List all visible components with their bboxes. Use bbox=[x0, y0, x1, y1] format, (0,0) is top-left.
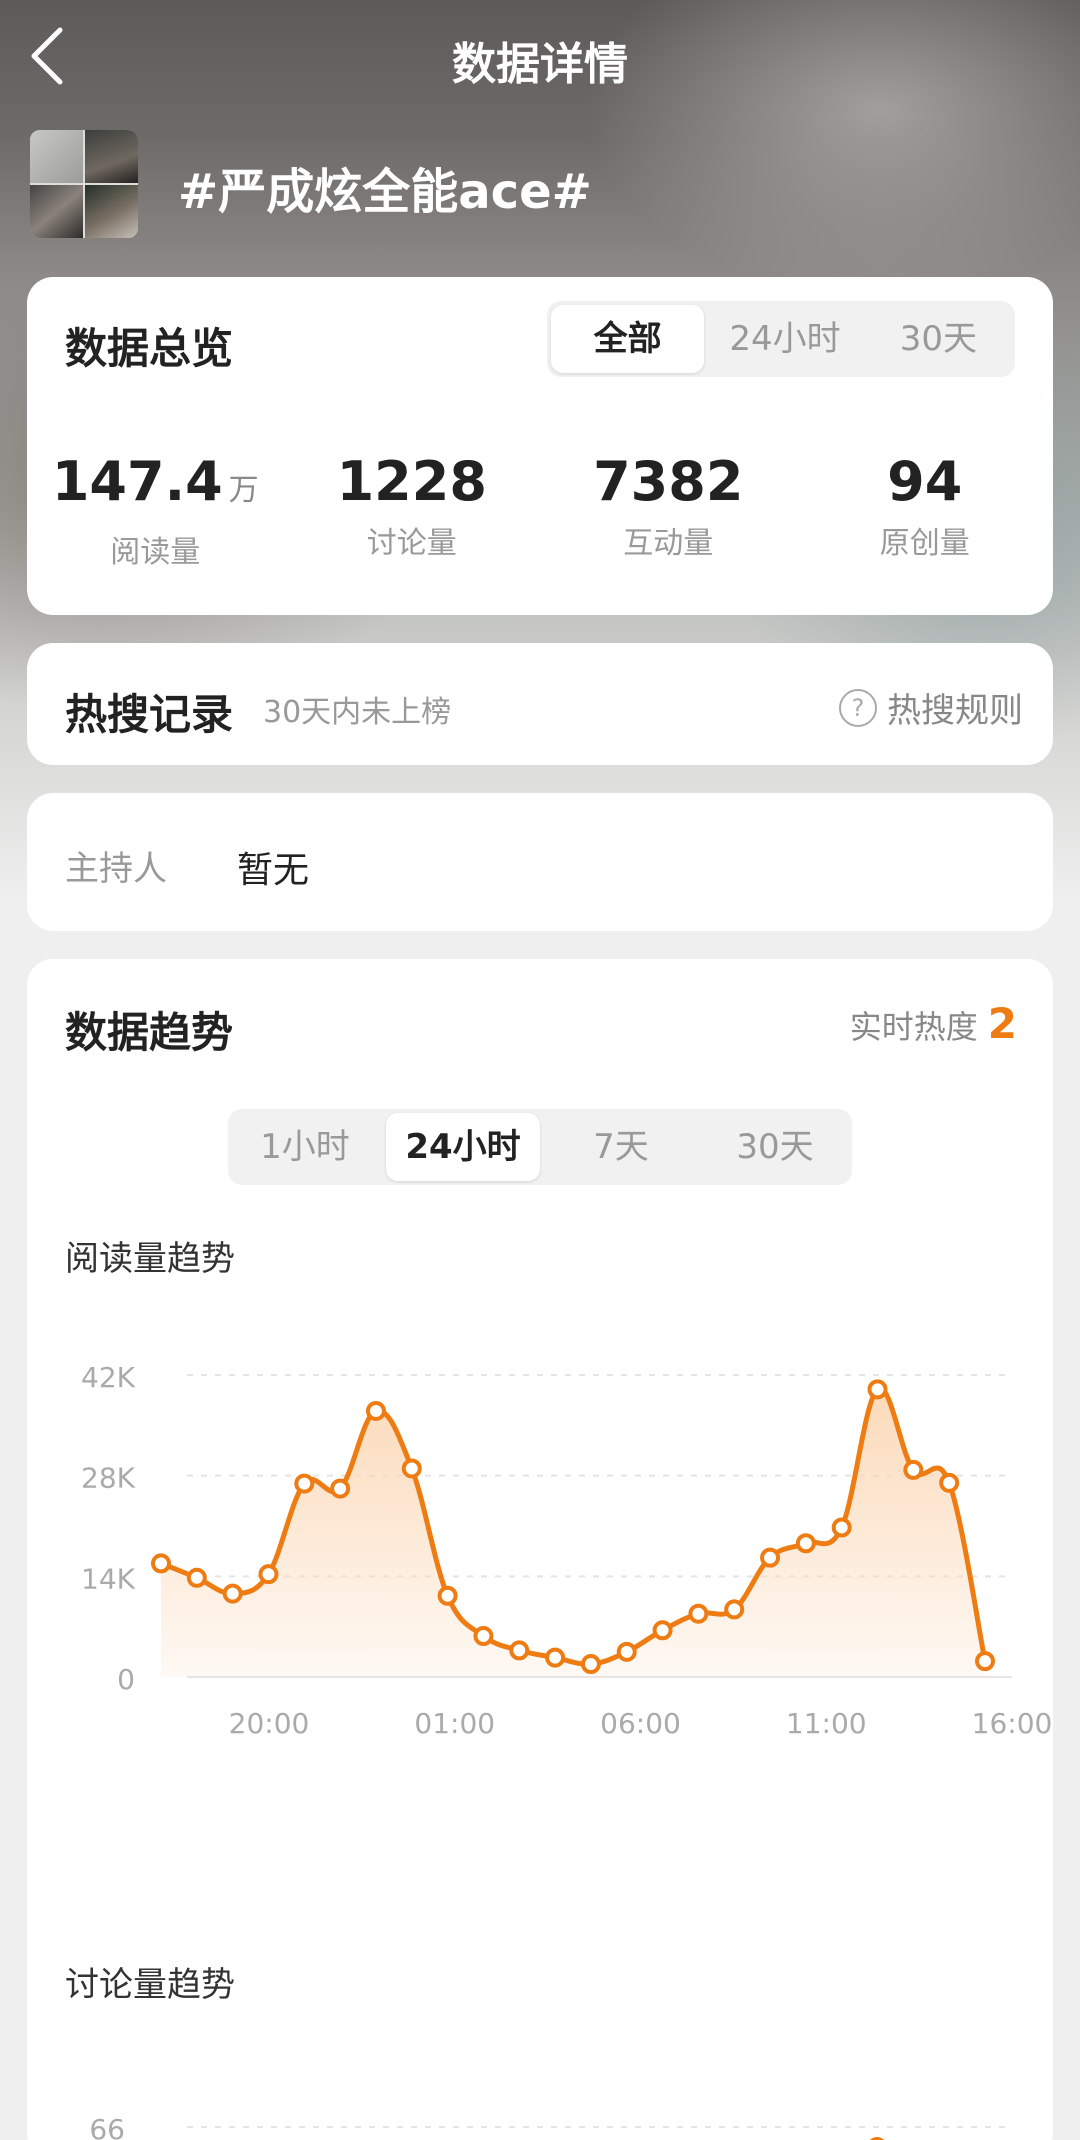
data-point bbox=[616, 1641, 637, 1662]
page-title: 数据详情 bbox=[452, 39, 628, 90]
x-tick-label: 16:00 bbox=[972, 1707, 1053, 1740]
overview-stats: 147.4 万 阅读量 1228 讨论量 7382 互动量 94 原创量 bbox=[27, 452, 1053, 571]
realtime-heat: 实时热度 2 bbox=[850, 999, 1017, 1048]
top-bar: 数据详情 bbox=[0, 0, 1080, 112]
overview-range-tabs: 全部 24小时 30天 bbox=[547, 301, 1015, 377]
help-circle-icon: ? bbox=[839, 688, 877, 727]
data-point bbox=[258, 1564, 279, 1585]
stat-discussions: 1228 讨论量 bbox=[284, 452, 541, 571]
read-trend-title: 阅读量趋势 bbox=[65, 1239, 235, 1279]
data-point bbox=[795, 1533, 816, 1554]
x-tick-label: 20:00 bbox=[229, 1707, 310, 1740]
data-point bbox=[688, 1603, 709, 1624]
host-label: 主持人 bbox=[65, 849, 167, 889]
tab-30d[interactable]: 30天 bbox=[698, 1109, 852, 1185]
tab-24h[interactable]: 24小时 bbox=[386, 1113, 540, 1181]
stat-label: 互动量 bbox=[623, 526, 714, 561]
y-tick-label: 14K bbox=[81, 1562, 136, 1595]
data-point bbox=[186, 1567, 207, 1588]
hot-search-rules-label: 热搜规则 bbox=[887, 691, 1023, 731]
realtime-heat-value: 2 bbox=[987, 999, 1017, 1048]
host-card: 主持人 暂无 bbox=[27, 793, 1053, 931]
trend-title: 数据趋势 bbox=[65, 1008, 234, 1057]
data-point bbox=[509, 1640, 530, 1661]
data-point bbox=[724, 1599, 745, 1620]
stat-originals: 94 原创量 bbox=[797, 452, 1054, 571]
hot-search-card: 热搜记录 30天内未上榜 ? 热搜规则 bbox=[27, 643, 1053, 765]
hot-search-title: 热搜记录 bbox=[65, 690, 234, 739]
data-point bbox=[294, 1473, 315, 1494]
stat-label: 讨论量 bbox=[366, 526, 457, 561]
tab-all[interactable]: 全部 bbox=[551, 305, 705, 373]
hot-search-rules-link[interactable]: ? 热搜规则 bbox=[839, 683, 1023, 732]
y-tick-label: 66 bbox=[89, 2113, 125, 2140]
data-point bbox=[580, 1654, 601, 1675]
y-tick-label: 28K bbox=[81, 1462, 136, 1495]
stat-value: 94 bbox=[887, 450, 963, 513]
stat-value: 147.4 bbox=[51, 450, 223, 513]
overview-card: 数据总览 全部 24小时 30天 147.4 万 阅读量 1228 讨论量 738… bbox=[27, 277, 1053, 615]
data-point bbox=[473, 1626, 494, 1647]
data-point bbox=[975, 1651, 995, 1672]
data-point bbox=[401, 1458, 422, 1479]
data-point bbox=[867, 1379, 888, 1400]
stat-label: 原创量 bbox=[879, 526, 970, 561]
data-point bbox=[365, 1400, 386, 1421]
read-trend-chart: 0 14K 28K 42K 20:00 01:00 06:00 11:00 16:00 bbox=[81, 1361, 1053, 1740]
y-tick-label: 0 bbox=[117, 1663, 135, 1696]
hot-search-note: 30天内未上榜 bbox=[263, 695, 452, 730]
data-point bbox=[652, 1620, 673, 1641]
trend-range-tabs: 1小时 24小时 7天 30天 bbox=[228, 1109, 852, 1185]
data-point bbox=[545, 1647, 566, 1668]
stat-label: 阅读量 bbox=[110, 535, 201, 570]
data-point bbox=[939, 1472, 960, 1493]
data-point bbox=[222, 1583, 243, 1604]
stat-unit: 万 bbox=[228, 473, 259, 508]
realtime-heat-label: 实时热度 bbox=[849, 1008, 978, 1046]
stat-value: 7382 bbox=[593, 450, 744, 513]
overview-title: 数据总览 bbox=[65, 324, 234, 373]
tab-1h[interactable]: 1小时 bbox=[228, 1109, 382, 1185]
stat-value: 1228 bbox=[336, 450, 487, 513]
y-tick-label: 42K bbox=[81, 1361, 136, 1394]
topic-cover-image bbox=[30, 130, 138, 238]
stat-reads: 147.4 万 阅读量 bbox=[27, 452, 284, 571]
data-point bbox=[831, 1517, 852, 1538]
stat-interactions: 7382 互动量 bbox=[540, 452, 797, 571]
data-point bbox=[760, 1547, 781, 1568]
data-point bbox=[903, 1459, 924, 1480]
x-tick-label: 01:00 bbox=[414, 1707, 495, 1740]
host-value: 暂无 bbox=[237, 850, 310, 891]
discussion-trend-title: 讨论量趋势 bbox=[65, 1965, 235, 2005]
x-tick-label: 11:00 bbox=[786, 1707, 867, 1740]
tab-30d[interactable]: 30天 bbox=[862, 301, 1015, 377]
discussion-trend-chart: 66 bbox=[89, 2113, 1012, 2140]
trend-card: 数据趋势 实时热度 2 1小时 24小时 7天 30天 阅读量趋势 0 14K 28K… bbox=[27, 959, 1053, 2140]
data-point bbox=[151, 1553, 171, 1574]
tab-24h[interactable]: 24小时 bbox=[708, 301, 861, 377]
data-point bbox=[437, 1585, 458, 1606]
x-tick-label: 06:00 bbox=[600, 1707, 681, 1740]
data-point bbox=[330, 1478, 351, 1499]
topic-name: #严成炫全能ace# bbox=[178, 164, 592, 220]
tab-7d[interactable]: 7天 bbox=[544, 1109, 698, 1185]
